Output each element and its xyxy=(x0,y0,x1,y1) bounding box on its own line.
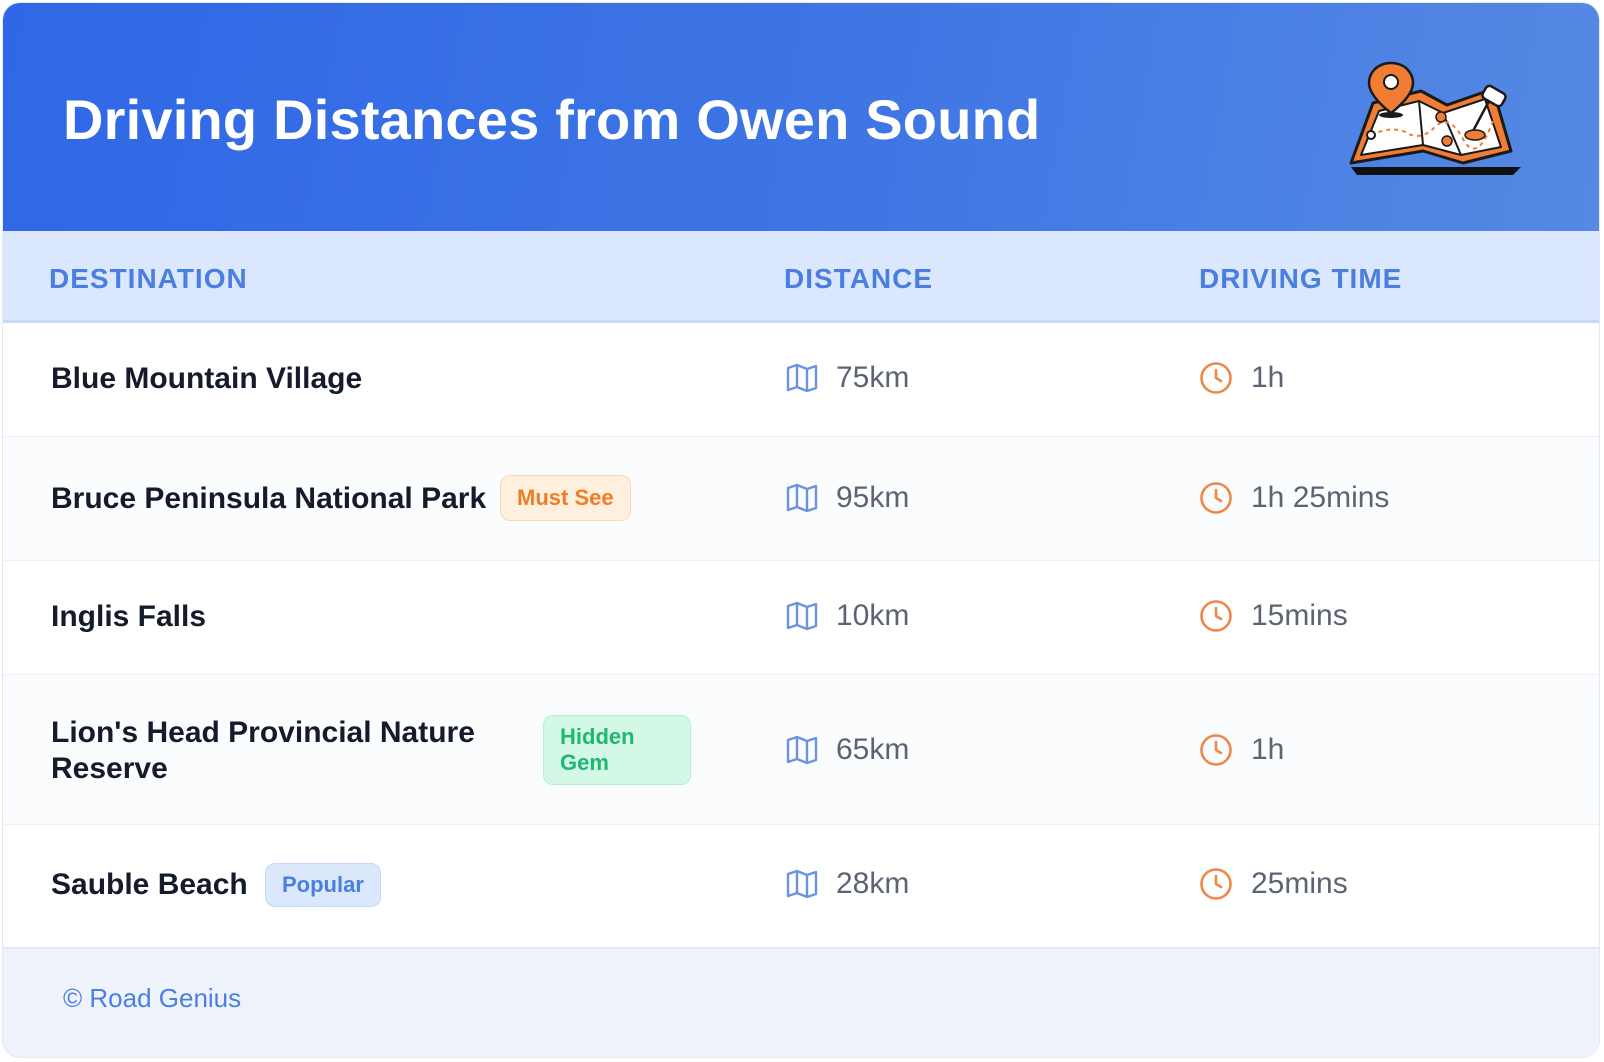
footer: © Road Genius xyxy=(3,947,1599,1057)
time-cell: 25mins xyxy=(1199,867,1348,901)
distance-cell: 10km xyxy=(786,599,909,633)
distance-value: 95km xyxy=(836,481,910,514)
table-row[interactable]: Bruce Peninsula National Park Must See 9… xyxy=(3,437,1599,561)
must-see-badge: Must See xyxy=(500,475,631,521)
time-cell: 15mins xyxy=(1199,599,1348,633)
clock-icon xyxy=(1200,868,1232,900)
time-value: 25mins xyxy=(1251,867,1348,900)
time-cell: 1h xyxy=(1199,361,1284,395)
time-value: 1h 25mins xyxy=(1251,481,1390,514)
hidden-gem-badge: Hidden Gem xyxy=(543,715,691,785)
table-header: DESTINATION DISTANCE DRIVING TIME xyxy=(3,231,1599,323)
destination-name: Sauble Beach xyxy=(51,868,248,901)
time-cell: 1h xyxy=(1199,733,1284,767)
table-row[interactable]: Inglis Falls 10km 15mins xyxy=(3,561,1599,675)
distance-value: 10km xyxy=(836,599,910,632)
distance-cell: 95km xyxy=(786,481,909,515)
column-header-destination[interactable]: DESTINATION xyxy=(49,263,248,295)
table-row[interactable]: Lion's Head Provincial Nature Reserve Hi… xyxy=(3,675,1599,825)
map-icon xyxy=(786,363,818,393)
header-banner: Driving Distances from Owen Sound xyxy=(3,3,1599,231)
time-cell: 1h 25mins xyxy=(1199,481,1389,515)
distance-cell: 28km xyxy=(786,867,909,901)
table-row[interactable]: Sauble Beach Popular 28km 25mins xyxy=(3,825,1599,947)
map-icon xyxy=(786,483,818,513)
distance-cell: 65km xyxy=(786,733,909,767)
destination-name: Bruce Peninsula National Park xyxy=(51,482,487,515)
distance-value: 75km xyxy=(836,361,910,394)
page-title: Driving Distances from Owen Sound xyxy=(63,88,1041,151)
time-value: 15mins xyxy=(1251,599,1348,632)
clock-icon xyxy=(1200,600,1232,632)
destination-name: Lion's Head Provincial Nature Reserve xyxy=(51,716,475,785)
distance-value: 65km xyxy=(836,733,910,766)
time-value: 1h xyxy=(1251,733,1285,766)
distance-value: 28km xyxy=(836,867,910,900)
table-row[interactable]: Blue Mountain Village 75km 1h xyxy=(3,323,1599,437)
clock-icon xyxy=(1200,362,1232,394)
map-pin-illustration xyxy=(1349,61,1521,175)
map-icon xyxy=(786,735,818,765)
clock-icon xyxy=(1200,482,1232,514)
footer-credit[interactable]: © Road Genius xyxy=(63,983,241,1014)
clock-icon xyxy=(1200,734,1232,766)
time-value: 1h xyxy=(1251,361,1285,394)
map-icon xyxy=(786,869,818,899)
distance-table-card: Driving Distances from Owen Sound DESTIN… xyxy=(2,2,1600,1058)
column-header-driving-time[interactable]: DRIVING TIME xyxy=(1199,263,1402,295)
map-icon xyxy=(786,601,818,631)
destination-name: Inglis Falls xyxy=(51,600,207,633)
column-header-distance[interactable]: DISTANCE xyxy=(784,263,933,295)
popular-badge: Popular xyxy=(265,863,381,907)
distance-cell: 75km xyxy=(786,361,909,395)
destination-name: Blue Mountain Village xyxy=(51,362,363,395)
